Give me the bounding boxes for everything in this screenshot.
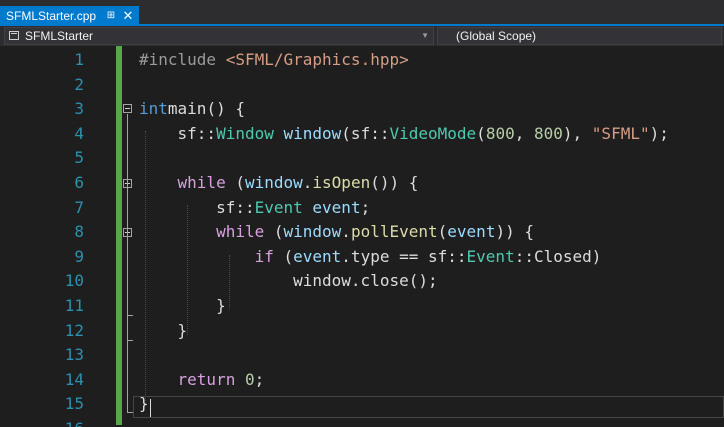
project-dropdown[interactable]: SFMLStarter ▼ [4,27,434,45]
code-token: while [139,222,265,242]
code-token: <SFML/Graphics.hpp> [225,50,409,69]
code-token: . [302,173,313,192]
navigation-bar: SFMLStarter ▼ (Global Scope) [0,26,724,46]
code-editor[interactable]: 12345678910111213141516 #include <SFML/G… [0,46,724,427]
code-line[interactable]: intmain() { [139,97,245,122]
code-token: .type == sf:: [341,246,467,266]
line-number: 10 [64,271,84,291]
code-token: VideoMode [389,123,477,143]
code-token: ; [360,197,371,217]
close-icon[interactable]: ✕ [120,6,136,26]
code-token: ), [562,123,592,143]
code-line[interactable]: sf::Window window(sf::VideoMode(800, 800… [139,122,669,147]
change-tracking-bar [116,46,122,425]
line-number: 16 [0,417,84,427]
code-token: if [139,246,274,266]
code-line[interactable]: } [139,319,188,344]
code-token: event [447,222,496,242]
code-token: ( [273,246,294,266]
code-token: ()) { [370,173,419,192]
code-token: ( [264,222,284,242]
tab-title: SFMLStarter.cpp [6,9,97,23]
code-token: ; [254,369,265,389]
code-token: isOpen [312,173,371,192]
code-token: , [514,123,534,143]
line-number: 4 [74,123,84,143]
code-token: int [139,99,168,119]
code-token: window.close(); [139,271,438,291]
code-token: (sf:: [341,123,390,143]
line-number: 7 [74,197,84,217]
code-line[interactable]: window.close(); [139,269,438,294]
fold-end-outer [127,340,133,341]
code-line[interactable]: } [139,294,226,319]
code-token: )) { [495,222,534,242]
code-token: 800 [533,123,563,143]
document-tab[interactable]: SFMLStarter.cpp ⊞ ✕ [0,6,139,26]
code-line[interactable]: return 0; [139,368,265,393]
scope-dropdown[interactable]: (Global Scope) [437,27,722,45]
line-number: 12 [64,320,84,340]
code-token: "SFML" [591,123,650,143]
line-number: 9 [74,246,84,266]
code-token: window [244,173,303,192]
code-line[interactable]: #include <SFML/Graphics.hpp> [139,48,409,73]
code-token: } [139,394,149,414]
code-token: #include [139,50,226,69]
current-line-highlight [133,396,724,418]
code-token: main() { [167,99,245,119]
line-number-gutter: 12345678910111213141516 [0,46,96,427]
code-token: 0 [244,369,255,389]
line-number: 8 [74,222,84,242]
line-number: 6 [74,173,84,192]
code-line[interactable]: } [139,392,149,417]
code-token: ::Closed) [514,246,602,266]
code-token: Event [466,246,515,266]
code-token: Event [254,197,303,217]
code-token: Window [216,123,274,143]
code-token: sf:: [139,197,255,217]
code-token: event [293,246,342,266]
code-token: ( [225,173,245,192]
code-token: } [139,296,226,315]
line-number: 14 [64,369,84,389]
code-token: window [283,222,342,242]
cpp-project-icon [9,31,19,40]
code-line[interactable]: if (event.type == sf::Event::Closed) [139,245,602,270]
line-number: 15 [64,394,84,414]
fold-line-main [127,114,128,412]
code-token: event [312,197,361,217]
text-caret [150,399,151,417]
line-number: 1 [74,50,84,69]
code-token: 800 [485,123,515,143]
line-number: 2 [74,74,84,94]
code-line[interactable]: while (window.isOpen()) { [139,171,419,196]
code-token: return [139,369,236,389]
code-token: } [139,320,188,340]
code-token: window [283,123,342,143]
line-number: 3 [74,99,84,119]
code-token: ( [437,222,448,242]
code-line[interactable]: while (window.pollEvent(event)) { [139,220,534,245]
project-name: SFMLStarter [25,29,94,43]
code-token: . [341,222,351,242]
line-number: 11 [64,296,84,315]
fold-end-inner [127,315,133,316]
code-token: sf:: [139,123,217,143]
scope-name: (Global Scope) [456,29,537,43]
line-number: 5 [74,148,84,168]
dropdown-arrow-icon[interactable]: ▼ [421,26,429,46]
code-token: ( [476,123,486,143]
code-token: while [139,173,226,192]
code-line[interactable]: sf::Event event; [139,196,370,221]
pin-icon[interactable]: ⊞ [104,6,118,26]
line-number: 13 [64,345,84,365]
document-tab-strip: SFMLStarter.cpp ⊞ ✕ [0,0,724,26]
collapse-main-icon[interactable] [123,104,132,113]
code-token: pollEvent [350,222,438,242]
code-token: ); [649,123,669,143]
